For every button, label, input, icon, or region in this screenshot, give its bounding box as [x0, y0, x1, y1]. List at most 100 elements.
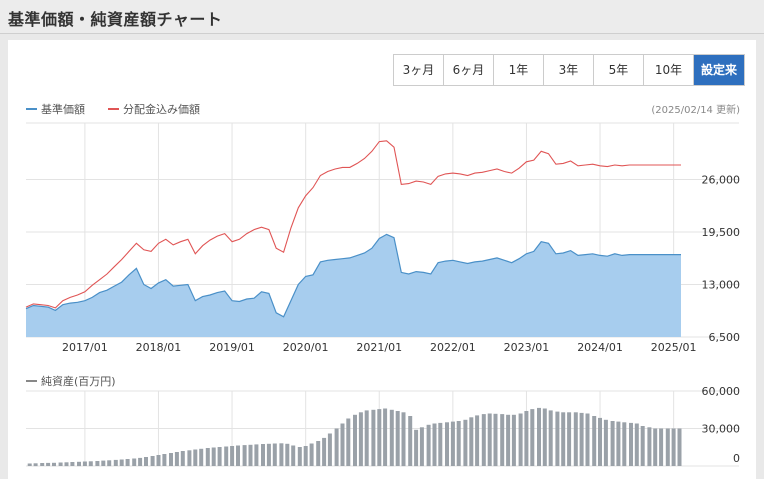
y-tick-label: 26,000 — [702, 174, 741, 187]
asset-bar — [334, 428, 339, 466]
asset-bar — [665, 428, 670, 466]
x-tick-label: 2024/01 — [577, 341, 623, 354]
asset-bar — [205, 448, 210, 466]
asset-bar — [272, 443, 277, 466]
asset-bar — [309, 443, 314, 466]
asset-bar — [438, 422, 443, 466]
asset-bar — [119, 459, 124, 466]
asset-bar — [487, 413, 492, 466]
asset-bar — [125, 459, 130, 466]
asset-bar — [659, 428, 664, 466]
asset-bar — [346, 418, 351, 466]
asset-bar — [340, 423, 345, 466]
asset-bar — [603, 419, 608, 467]
asset-bar — [261, 444, 265, 466]
asset-bar — [358, 412, 363, 467]
asset-bar — [70, 462, 75, 466]
asset-bar — [653, 428, 658, 466]
asset-bar — [162, 454, 167, 466]
x-tick-label: 2025/01 — [651, 341, 697, 354]
asset-bar — [389, 409, 394, 467]
asset-bar — [297, 447, 302, 466]
asset-bar — [622, 422, 627, 467]
asset-bar — [371, 409, 376, 467]
asset-bar — [77, 461, 81, 467]
asset-bar — [248, 444, 253, 467]
asset-bar — [383, 408, 388, 466]
asset-bar — [414, 429, 419, 467]
asset-bar — [33, 463, 38, 467]
x-tick-label: 2017/01 — [62, 341, 108, 354]
x-tick-label: 2018/01 — [136, 341, 182, 354]
y-tick-label: 19,500 — [702, 226, 741, 239]
asset-bar — [456, 421, 461, 466]
x-tick-label: 2023/01 — [504, 341, 550, 354]
asset-bar — [217, 447, 222, 466]
asset-bar — [395, 411, 400, 466]
asset-bar — [266, 443, 271, 467]
asset-bar — [322, 437, 327, 466]
asset-bar — [138, 457, 143, 466]
asset-bar — [236, 445, 240, 466]
asset-bar — [27, 463, 32, 466]
asset-bar — [469, 417, 474, 467]
asset-bar — [64, 462, 69, 467]
asset-bar — [364, 410, 369, 466]
asset-bar — [518, 413, 523, 466]
asset-bar — [524, 411, 529, 466]
asset-bar — [530, 409, 535, 466]
nav-area — [26, 234, 681, 337]
asset-bar — [542, 408, 547, 466]
legend-nav-label: 基準価額 — [41, 102, 85, 116]
asset-bar — [426, 424, 431, 467]
asset-bar — [561, 412, 566, 467]
nav-chart-svg: 基準価額 分配金込み価額 (2025/02/14 更新) 純資産(百万円) 6,… — [25, 102, 741, 467]
asset-bar — [132, 458, 137, 466]
asset-bar — [592, 416, 597, 466]
x-tick-label: 2019/01 — [209, 341, 255, 354]
x-tick-label: 2022/01 — [430, 341, 476, 354]
asset-bar — [677, 428, 682, 466]
asset-bar — [419, 427, 424, 467]
asset-bar — [113, 459, 118, 466]
asset-bar — [327, 433, 332, 466]
bar-y-tick-label: 0 — [733, 452, 740, 465]
update-date: (2025/02/14 更新) — [651, 103, 740, 116]
asset-bar — [629, 422, 633, 466]
asset-bar — [579, 412, 584, 466]
asset-bar — [242, 445, 247, 466]
x-tick-label: 2021/01 — [356, 341, 402, 354]
asset-bar — [88, 461, 93, 467]
asset-bar — [555, 411, 560, 466]
asset-bar — [616, 421, 621, 466]
asset-bar — [224, 446, 229, 466]
bar-y-tick-label: 60,000 — [702, 385, 741, 398]
y-tick-label: 6,500 — [709, 331, 741, 344]
asset-bar — [432, 423, 437, 466]
asset-bar — [254, 444, 259, 466]
y-tick-label: 13,000 — [702, 279, 741, 292]
asset-bar — [95, 461, 100, 466]
asset-bar — [279, 443, 284, 467]
asset-bar — [647, 427, 652, 467]
asset-bar — [82, 461, 87, 466]
asset-bar — [463, 419, 468, 467]
asset-bar — [353, 414, 357, 467]
asset-bar — [506, 414, 511, 467]
asset-bar — [303, 446, 308, 466]
asset-bar — [401, 412, 406, 467]
asset-bar — [640, 426, 645, 466]
asset-bar — [445, 422, 449, 467]
asset-bar — [610, 421, 615, 466]
asset-bar — [500, 414, 505, 466]
asset-bar — [450, 421, 455, 466]
asset-bar — [634, 423, 639, 466]
asset-bar — [511, 414, 516, 467]
asset-bar — [377, 409, 382, 466]
asset-bar — [101, 460, 106, 466]
asset-bar — [573, 412, 578, 467]
asset-bar — [285, 443, 290, 467]
asset-bar — [46, 462, 51, 466]
asset-bar — [537, 407, 541, 466]
asset-bar — [174, 452, 179, 466]
